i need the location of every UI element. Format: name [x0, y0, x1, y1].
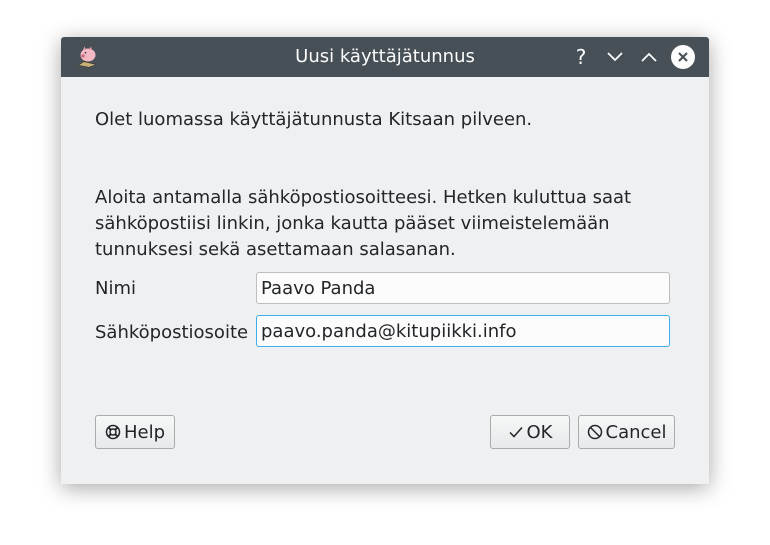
chevron-down-icon: [607, 52, 623, 62]
lifebuoy-icon: [105, 424, 121, 440]
context-help-button[interactable]: ?: [569, 45, 593, 69]
chevron-up-icon: [641, 52, 657, 62]
dialog-window: Uusi käyttäjätunnus ? Olet luomassa käyt…: [61, 37, 709, 484]
cancel-circle-icon: [587, 424, 603, 440]
maximize-button[interactable]: [637, 45, 661, 69]
instructions-line: tunnuksesi sekä asettamaan salasanan.: [95, 239, 456, 260]
ok-button[interactable]: OK: [490, 415, 570, 449]
title-bar[interactable]: Uusi käyttäjätunnus ?: [61, 37, 709, 77]
checkmark-icon: [508, 424, 524, 440]
minimize-button[interactable]: [603, 45, 627, 69]
instructions-line: sähköpostiisi linkin, jonka kautta pääse…: [95, 213, 610, 234]
instructions-line: Aloita antamalla sähköpostiosoitteesi. H…: [95, 187, 632, 208]
close-icon: [671, 45, 695, 69]
cancel-button-label: Cancel: [605, 421, 667, 443]
instructions-text: Aloita antamalla sähköpostiosoitteesi. H…: [95, 185, 655, 263]
close-button[interactable]: [671, 45, 695, 69]
help-button[interactable]: Help: [95, 415, 175, 449]
help-button-label: Help: [123, 421, 166, 443]
email-input[interactable]: [256, 315, 670, 347]
name-input[interactable]: [256, 272, 670, 304]
cancel-button[interactable]: Cancel: [578, 415, 675, 449]
question-icon: ?: [575, 45, 587, 69]
ok-button-label: OK: [526, 421, 553, 443]
intro-text: Olet luomassa käyttäjätunnusta Kitsaan p…: [95, 109, 533, 130]
email-label: Sähköpostiosoite: [95, 322, 249, 343]
name-label: Nimi: [95, 278, 137, 299]
